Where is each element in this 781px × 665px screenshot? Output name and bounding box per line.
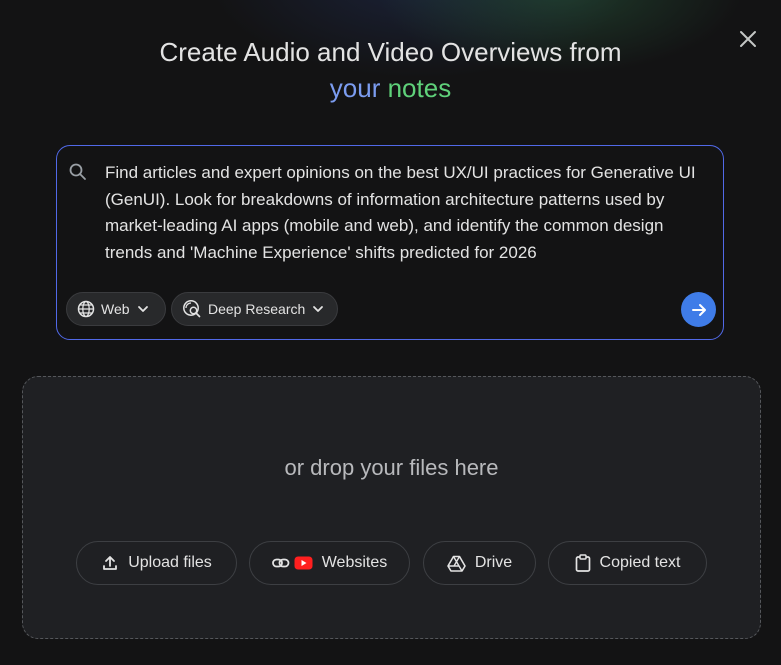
search-icon [69,163,86,180]
source-select-web[interactable]: Web [66,292,166,326]
upload-files-label: Upload files [128,554,212,571]
research-query-box[interactable]: Find articles and expert opinions on the… [56,145,724,340]
mode-select-label: Deep Research [208,301,306,317]
drop-zone-label: or drop your files here [284,455,499,480]
youtube-icon [294,556,313,570]
mode-select-deep-research[interactable]: Deep Research [171,292,338,326]
source-select-label: Web [101,301,130,317]
websites-label: Websites [321,554,388,571]
websites-button[interactable]: Websites [249,541,410,585]
title-line-1: Create Audio and Video Overviews from [159,37,622,67]
title-word-notes: notes [387,73,452,103]
arrow-right-icon [691,303,706,316]
link-icon [271,556,313,570]
submit-button[interactable] [681,292,716,327]
copied-text-label: Copied text [599,554,681,571]
chevron-down-icon [137,306,148,312]
upload-files-button[interactable]: Upload files [76,541,237,585]
drive-icon [447,555,466,572]
clipboard-icon [575,554,590,572]
source-dialog: Create Audio and Video Overviews from yo… [0,0,781,665]
research-query-input[interactable]: Find articles and expert opinions on the… [105,160,705,266]
drive-label: Drive [474,554,513,571]
upload-icon [103,556,118,570]
file-drop-zone[interactable]: or drop your files here Upload files Web… [22,376,761,639]
drive-button[interactable]: Drive [423,541,536,585]
dialog-title: Create Audio and Video Overviews from yo… [0,34,781,106]
chevron-down-icon [313,306,324,312]
globe-icon [77,300,95,318]
copied-text-button[interactable]: Copied text [548,541,707,585]
deep-research-icon [183,300,201,318]
title-word-your: your [329,73,381,103]
